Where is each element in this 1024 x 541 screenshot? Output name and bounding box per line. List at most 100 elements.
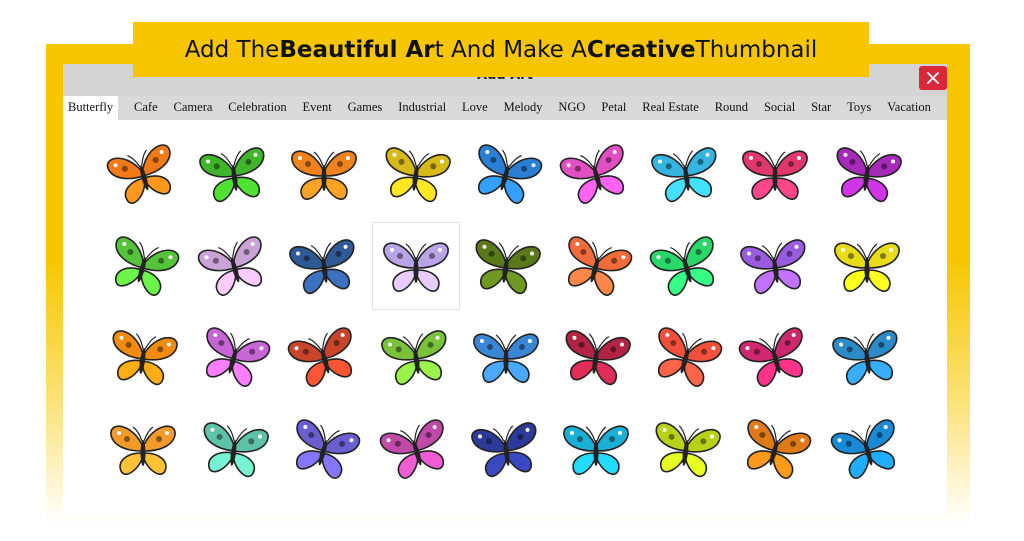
tab-butterfly[interactable]: Butterfly (63, 96, 119, 120)
butterfly-icon (291, 150, 357, 200)
tab-games[interactable]: Games (348, 96, 383, 120)
butterfly-icon (836, 147, 902, 203)
tab-celebration[interactable]: Celebration (228, 96, 286, 120)
butterfly-art-item[interactable] (372, 130, 460, 218)
butterfly-art-item[interactable] (642, 130, 730, 218)
tab-round[interactable]: Round (715, 96, 748, 120)
tab-vacation[interactable]: Vacation (887, 96, 931, 120)
butterfly-art-item[interactable] (823, 130, 911, 218)
butterfly-icon (832, 330, 898, 386)
close-icon (927, 72, 939, 84)
butterfly-art-item[interactable] (462, 130, 550, 218)
butterfly-art-item[interactable] (190, 130, 278, 218)
butterfly-art-item[interactable] (462, 222, 550, 310)
butterfly-art-item[interactable] (462, 313, 550, 401)
banner-bold-1: Beautiful Ar (279, 36, 435, 63)
butterfly-icon (473, 333, 539, 383)
add-art-dialog: Add Art ButterflyCafeCameraCelebrationEv… (63, 64, 947, 516)
butterfly-art-item[interactable] (552, 130, 640, 218)
tab-social[interactable]: Social (764, 96, 795, 120)
butterfly-icon (655, 422, 721, 478)
butterfly-icon (385, 147, 451, 203)
butterfly-art-item[interactable] (280, 130, 368, 218)
butterfly-icon (383, 242, 449, 292)
butterfly-art-item[interactable] (99, 405, 187, 493)
butterfly-art-item[interactable] (823, 313, 911, 401)
butterfly-icon (289, 239, 355, 295)
butterfly-icon (379, 419, 445, 479)
tab-event[interactable]: Event (303, 96, 332, 120)
butterfly-art-item[interactable] (99, 313, 187, 401)
butterfly-grid (63, 120, 947, 516)
butterfly-icon (740, 239, 806, 295)
butterfly-art-item[interactable] (280, 405, 368, 493)
butterfly-icon (651, 147, 717, 203)
banner-text-3: Thumbnail (695, 36, 818, 63)
butterfly-icon (567, 236, 633, 296)
butterfly-art-item[interactable] (552, 405, 640, 493)
butterfly-art-item[interactable] (99, 222, 187, 310)
tab-ngo[interactable]: NGO (558, 96, 585, 120)
butterfly-art-item[interactable] (372, 405, 460, 493)
banner-bold-2: Creative (586, 36, 696, 63)
tab-list: Butterfly Cafe Camera Celebration Event Games… (63, 96, 947, 120)
butterfly-art-item[interactable] (642, 222, 730, 310)
butterfly-art-item[interactable] (552, 222, 640, 310)
butterfly-icon (112, 330, 178, 386)
butterfly-art-item[interactable] (190, 405, 278, 493)
butterfly-icon (471, 422, 537, 478)
tab-toys[interactable]: Toys (847, 96, 871, 120)
banner-text-2: t And Make A (434, 36, 587, 63)
tab-industrial[interactable]: Industrial (398, 96, 446, 120)
close-button[interactable] (919, 66, 947, 90)
butterfly-icon (381, 330, 447, 386)
tab-petal[interactable]: Petal (601, 96, 626, 120)
butterfly-icon (830, 419, 896, 479)
butterfly-art-item[interactable] (280, 222, 368, 310)
butterfly-icon (287, 327, 353, 387)
butterfly-icon (563, 425, 629, 475)
butterfly-art-item[interactable] (731, 405, 819, 493)
butterfly-art-item[interactable] (731, 313, 819, 401)
butterfly-icon (559, 144, 625, 204)
butterfly-art-item[interactable] (552, 313, 640, 401)
butterfly-icon (197, 236, 263, 296)
butterfly-icon (199, 147, 265, 203)
butterfly-icon (295, 419, 361, 479)
butterfly-art-item[interactable] (190, 222, 278, 310)
tab-camera[interactable]: Camera (174, 96, 213, 120)
butterfly-icon (657, 327, 723, 387)
butterfly-icon (203, 422, 269, 478)
butterfly-art-item[interactable] (642, 313, 730, 401)
butterfly-art-item[interactable] (731, 222, 819, 310)
butterfly-icon (205, 327, 271, 387)
butterfly-art-item[interactable] (190, 313, 278, 401)
tab-cafe[interactable]: Cafe (134, 96, 158, 120)
butterfly-icon (742, 150, 808, 200)
butterfly-icon (106, 144, 172, 204)
butterfly-art-item[interactable] (823, 222, 911, 310)
banner-text-1: Add The (184, 36, 280, 63)
butterfly-art-item[interactable] (280, 313, 368, 401)
butterfly-art-item[interactable] (372, 222, 460, 310)
butterfly-icon (475, 239, 541, 295)
butterfly-art-item[interactable] (462, 405, 550, 493)
promo-banner: Add The Beautiful Ar t And Make A Creativ… (133, 22, 869, 77)
tab-star[interactable]: Star (811, 96, 831, 120)
category-tabs: Butterfly Cafe Camera Celebration Event Games… (63, 96, 947, 120)
butterfly-art-item[interactable] (642, 405, 730, 493)
butterfly-art-item[interactable] (731, 130, 819, 218)
butterfly-icon (746, 419, 812, 479)
butterfly-icon (114, 236, 180, 296)
tab-melody[interactable]: Melody (504, 96, 543, 120)
butterfly-art-item[interactable] (823, 405, 911, 493)
tab-real-estate[interactable]: Real Estate (642, 96, 699, 120)
butterfly-art-item[interactable] (99, 130, 187, 218)
butterfly-icon (649, 236, 715, 296)
butterfly-icon (834, 242, 900, 292)
butterfly-art-item[interactable] (372, 313, 460, 401)
butterfly-icon (565, 330, 631, 386)
butterfly-icon (110, 425, 176, 475)
tab-love[interactable]: Love (462, 96, 488, 120)
butterfly-icon (477, 144, 543, 204)
